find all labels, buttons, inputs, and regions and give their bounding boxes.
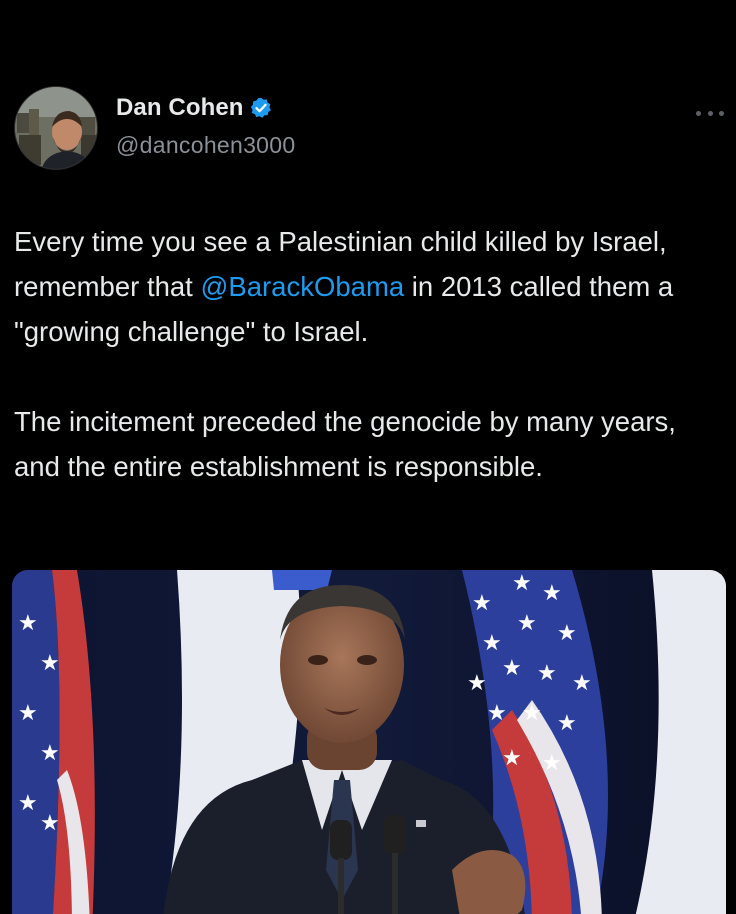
author-display-name[interactable]: Dan Cohen — [116, 94, 244, 122]
svg-text:★: ★ — [517, 611, 537, 636]
svg-text:★: ★ — [472, 591, 492, 616]
svg-text:★: ★ — [467, 671, 487, 696]
name-row: Dan Cohen — [116, 94, 272, 122]
tweet-paragraph-2: The incitement preceded the genocide by … — [14, 406, 676, 482]
svg-text:★: ★ — [482, 631, 502, 656]
svg-text:★: ★ — [40, 651, 60, 676]
more-options-icon[interactable] — [696, 108, 724, 118]
tweet-text: Every time you see a Palestinian child k… — [14, 219, 714, 489]
svg-text:★: ★ — [572, 671, 592, 696]
svg-text:★: ★ — [537, 661, 557, 686]
avatar-photo — [15, 87, 97, 169]
svg-text:★: ★ — [502, 656, 522, 681]
svg-text:★: ★ — [487, 701, 507, 726]
svg-text:★: ★ — [40, 811, 60, 836]
mention-link[interactable]: @BarackObama — [200, 271, 404, 302]
tweet-header: Dan Cohen @dancohen3000 — [14, 84, 724, 174]
tweet-screen: Dan Cohen @dancohen3000 Every time you s… — [0, 0, 736, 914]
tweet-paragraph-1: Every time you see a Palestinian child k… — [14, 219, 714, 354]
author-avatar[interactable] — [14, 86, 98, 170]
speech-photo: ★ ★ ★ ★ ★ ★ ★ ★ ★ ★ ★ ★ ★ ★ ★ ★ ★ ★ ★ ★ … — [12, 570, 726, 914]
svg-text:★: ★ — [40, 741, 60, 766]
svg-text:★: ★ — [18, 791, 38, 816]
svg-text:★: ★ — [18, 611, 38, 636]
more-dot — [707, 110, 713, 116]
tweet-media-image[interactable]: ★ ★ ★ ★ ★ ★ ★ ★ ★ ★ ★ ★ ★ ★ ★ ★ ★ ★ ★ ★ … — [12, 570, 726, 914]
svg-text:★: ★ — [502, 746, 522, 771]
svg-text:★: ★ — [18, 701, 38, 726]
verified-badge-icon — [250, 97, 272, 119]
more-dot — [719, 110, 724, 116]
svg-text:★: ★ — [542, 751, 562, 776]
author-handle[interactable]: @dancohen3000 — [116, 132, 295, 159]
svg-text:★: ★ — [557, 711, 577, 736]
svg-text:★: ★ — [512, 571, 532, 596]
svg-text:★: ★ — [522, 701, 542, 726]
more-dot — [696, 110, 701, 116]
svg-text:★: ★ — [542, 581, 562, 606]
svg-text:★: ★ — [557, 621, 577, 646]
